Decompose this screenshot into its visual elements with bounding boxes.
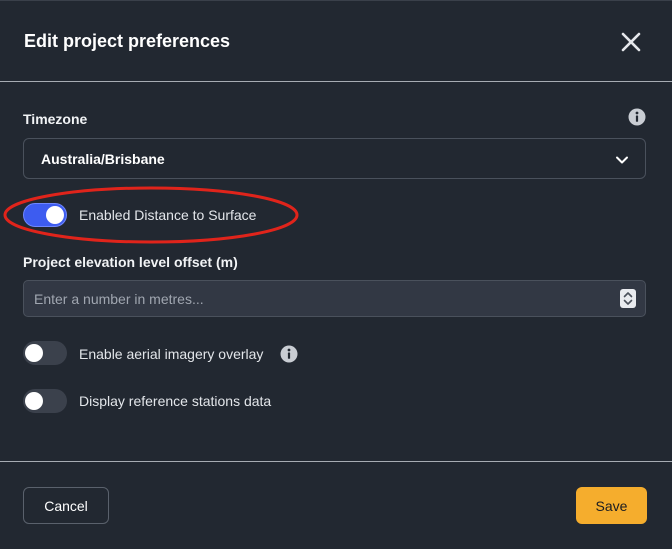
- info-icon[interactable]: [280, 345, 298, 363]
- timezone-label: Timezone: [23, 111, 88, 127]
- timezone-select[interactable]: Australia/Brisbane: [23, 138, 646, 179]
- cancel-button[interactable]: Cancel: [23, 487, 109, 524]
- close-button[interactable]: [616, 27, 646, 57]
- save-button[interactable]: Save: [576, 487, 647, 524]
- dialog-title: Edit project preferences: [24, 31, 231, 51]
- reference-stations-label: Display reference stations data: [79, 393, 272, 409]
- toggle-knob: [46, 206, 64, 224]
- toggle-knob: [25, 344, 43, 362]
- chevron-down-icon: [616, 156, 628, 164]
- close-icon: [621, 32, 641, 52]
- info-icon[interactable]: [628, 108, 646, 126]
- aerial-imagery-label: Enable aerial imagery overlay: [79, 346, 264, 362]
- aerial-imagery-toggle[interactable]: [23, 341, 67, 365]
- toggle-knob: [25, 392, 43, 410]
- elevation-offset-input[interactable]: [23, 280, 646, 317]
- dialog-header: Edit project preferences: [0, 1, 672, 82]
- distance-to-surface-label: Enabled Distance to Surface: [79, 207, 257, 223]
- reference-stations-toggle[interactable]: [23, 389, 67, 413]
- timezone-selected-value: Australia/Brisbane: [41, 151, 165, 167]
- stepper-icon[interactable]: [620, 289, 636, 308]
- elevation-offset-label: Project elevation level offset (m): [23, 254, 238, 270]
- distance-to-surface-toggle[interactable]: [23, 203, 67, 227]
- edit-preferences-dialog: Edit project preferences Timezone Austra…: [0, 0, 672, 549]
- dialog-footer: Cancel Save: [0, 461, 672, 549]
